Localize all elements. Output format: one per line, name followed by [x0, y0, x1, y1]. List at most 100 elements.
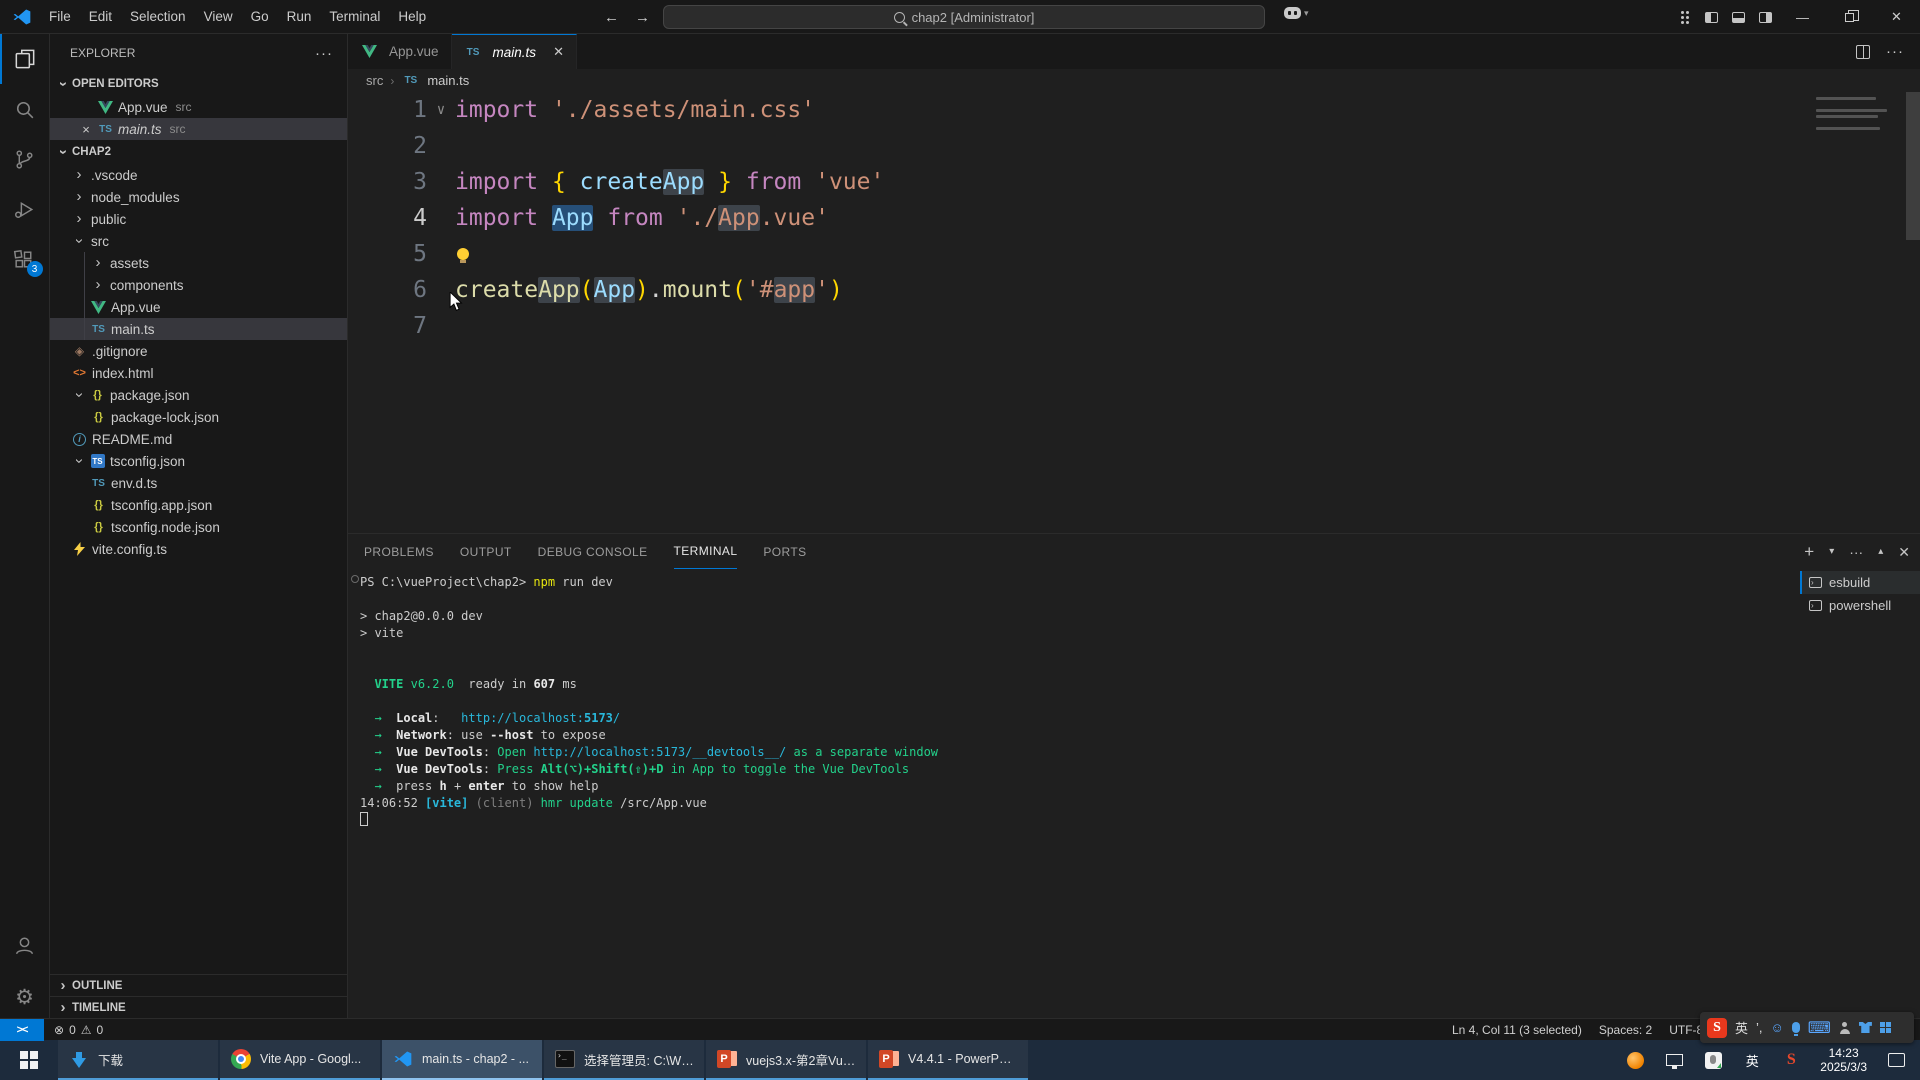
- tab-main.ts[interactable]: TSmain.ts✕: [452, 34, 577, 69]
- panel-more-actions-icon[interactable]: ···: [1849, 545, 1863, 559]
- panel-tab-problems[interactable]: PROBLEMS: [364, 534, 434, 569]
- ime-microphone-icon[interactable]: [1792, 1022, 1800, 1033]
- taskbar-button[interactable]: PV4.4.1 - PowerPoi...: [868, 1040, 1028, 1080]
- file-row[interactable]: ◈.gitignore: [50, 340, 347, 362]
- file-row[interactable]: {}tsconfig.app.json: [50, 494, 347, 516]
- file-row[interactable]: <>index.html: [50, 362, 347, 384]
- close-panel-icon[interactable]: ✕: [1898, 545, 1910, 559]
- folder-row[interactable]: ›src: [50, 230, 347, 252]
- menu-file[interactable]: File: [40, 5, 80, 29]
- source-control-activity-icon[interactable]: [0, 134, 50, 184]
- menu-run[interactable]: Run: [278, 5, 321, 29]
- terminal-instance-powershell[interactable]: ›powershell: [1800, 594, 1920, 617]
- input-language-indicator[interactable]: 英: [1742, 1050, 1762, 1070]
- menu-selection[interactable]: Selection: [121, 5, 195, 29]
- tab-App.vue[interactable]: App.vue: [348, 34, 452, 69]
- ime-emoji-icon[interactable]: ☺: [1771, 1020, 1784, 1035]
- explorer-more-actions-icon[interactable]: ···: [315, 45, 333, 62]
- ime-skin-icon[interactable]: [1859, 1022, 1872, 1033]
- start-button[interactable]: [0, 1040, 58, 1080]
- sogou-logo-icon[interactable]: S: [1707, 1018, 1727, 1038]
- menu-go[interactable]: Go: [242, 5, 278, 29]
- split-editor-icon[interactable]: [1856, 45, 1870, 59]
- security-tray-icon[interactable]: [1625, 1050, 1645, 1070]
- folder-row[interactable]: ›components: [50, 274, 347, 296]
- menu-terminal[interactable]: Terminal: [320, 5, 389, 29]
- taskbar-button[interactable]: Vite App - Googl...: [220, 1040, 380, 1080]
- terminal-instance-esbuild[interactable]: ›esbuild: [1800, 571, 1920, 594]
- nav-back-icon[interactable]: ←: [604, 9, 619, 26]
- folder-row[interactable]: ›assets: [50, 252, 347, 274]
- panel-tab-debug-console[interactable]: DEBUG CONSOLE: [538, 534, 648, 569]
- customize-layout-icon[interactable]: [1671, 5, 1698, 29]
- settings-gear-icon[interactable]: ⚙: [0, 976, 50, 1018]
- copilot-menu[interactable]: ▾: [1284, 7, 1309, 19]
- status-indentation[interactable]: Spaces: 2: [1599, 1023, 1652, 1037]
- project-root-header[interactable]: › CHAP2: [50, 140, 347, 164]
- account-icon[interactable]: [0, 920, 50, 970]
- breadcrumb-file[interactable]: main.ts: [427, 73, 469, 88]
- file-row[interactable]: ›TStsconfig.json: [50, 450, 347, 472]
- lightbulb-icon[interactable]: [457, 248, 469, 260]
- taskbar-button[interactable]: Pvuejs3.x-第2章Vue...: [706, 1040, 866, 1080]
- notification-center-icon[interactable]: [1886, 1050, 1906, 1070]
- terminal-output[interactable]: PS C:\vueProject\chap2> npm run dev > ch…: [348, 569, 1800, 1018]
- minimize-button[interactable]: —: [1779, 0, 1826, 34]
- outline-section-header[interactable]: › OUTLINE: [50, 974, 347, 996]
- toggle-sidebar-left-icon[interactable]: [1698, 5, 1725, 29]
- panel-tab-terminal[interactable]: TERMINAL: [674, 534, 738, 569]
- close-tab-icon[interactable]: ✕: [553, 44, 564, 60]
- sogou-tray-icon[interactable]: S: [1781, 1050, 1801, 1070]
- file-row[interactable]: iREADME.md: [50, 428, 347, 450]
- ime-language-toggle[interactable]: 英: [1735, 1018, 1748, 1037]
- minimap[interactable]: [1816, 97, 1904, 139]
- folder-row[interactable]: ›public: [50, 208, 347, 230]
- terminal-dropdown-icon[interactable]: ▾: [1829, 547, 1834, 557]
- run-debug-activity-icon[interactable]: [0, 184, 50, 234]
- taskbar-button[interactable]: 下载: [58, 1040, 218, 1080]
- problems-status[interactable]: ⊗ 0 ⚠ 0: [54, 1023, 103, 1037]
- ime-account-icon[interactable]: [1839, 1022, 1851, 1034]
- driver-tray-icon[interactable]: [1703, 1050, 1723, 1070]
- folder-row[interactable]: ›node_modules: [50, 186, 347, 208]
- ime-keyboard-icon[interactable]: ⌨: [1808, 1018, 1831, 1038]
- status-encoding[interactable]: UTF-8: [1669, 1023, 1703, 1037]
- file-row[interactable]: TSenv.d.ts: [50, 472, 347, 494]
- code-editor[interactable]: 1∨import './assets/main.css'23import { c…: [348, 92, 1920, 533]
- toggle-sidebar-right-icon[interactable]: [1752, 5, 1779, 29]
- editor-scrollbar[interactable]: [1906, 92, 1920, 240]
- ime-punctuation-toggle[interactable]: ’,: [1756, 1020, 1763, 1035]
- fold-icon[interactable]: ∨: [427, 102, 455, 118]
- file-row[interactable]: App.vue: [50, 296, 347, 318]
- menu-view[interactable]: View: [195, 5, 242, 29]
- remote-indicator[interactable]: ><: [0, 1019, 44, 1041]
- file-row[interactable]: {}package-lock.json: [50, 406, 347, 428]
- editor-more-actions-icon[interactable]: ···: [1886, 43, 1904, 60]
- open-editors-header[interactable]: › OPEN EDITORS: [50, 72, 347, 96]
- folder-row[interactable]: ›.vscode: [50, 164, 347, 186]
- panel-tab-output[interactable]: OUTPUT: [460, 534, 512, 569]
- display-tray-icon[interactable]: [1664, 1050, 1684, 1070]
- breadcrumb-folder[interactable]: src: [366, 73, 383, 88]
- close-editor-icon[interactable]: ×: [76, 122, 96, 137]
- panel-tab-ports[interactable]: PORTS: [763, 534, 806, 569]
- extensions-activity-icon[interactable]: 3: [0, 234, 50, 284]
- explorer-activity-icon[interactable]: [0, 34, 50, 84]
- file-row[interactable]: TSmain.ts: [50, 318, 347, 340]
- taskbar-button[interactable]: main.ts - chap2 - ...: [382, 1040, 542, 1080]
- timeline-section-header[interactable]: › TIMELINE: [50, 996, 347, 1018]
- menu-edit[interactable]: Edit: [80, 5, 121, 29]
- file-row[interactable]: ›{}package.json: [50, 384, 347, 406]
- file-row[interactable]: vite.config.ts: [50, 538, 347, 560]
- restore-button[interactable]: [1826, 0, 1873, 34]
- maximize-panel-icon[interactable]: ▴: [1878, 547, 1883, 557]
- toggle-panel-icon[interactable]: [1725, 5, 1752, 29]
- file-row[interactable]: {}tsconfig.node.json: [50, 516, 347, 538]
- ime-toolbox-icon[interactable]: [1880, 1022, 1892, 1034]
- nav-forward-icon[interactable]: →: [635, 9, 650, 26]
- open-editor-item[interactable]: App.vuesrc: [50, 96, 347, 118]
- new-terminal-icon[interactable]: +: [1804, 543, 1814, 560]
- close-button[interactable]: ✕: [1873, 0, 1920, 34]
- open-editor-item[interactable]: ×TSmain.tssrc: [50, 118, 347, 140]
- search-activity-icon[interactable]: [0, 84, 50, 134]
